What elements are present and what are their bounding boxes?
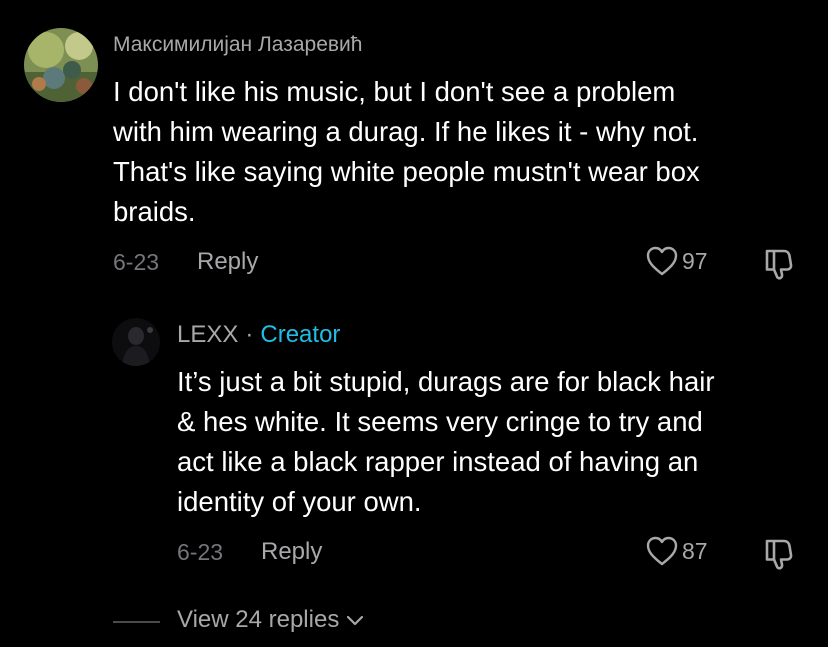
heart-icon <box>646 536 678 566</box>
reply-button[interactable]: Reply <box>261 538 322 566</box>
reply-text-line: & hes white. It seems very cringe to try… <box>177 406 703 437</box>
like-count: 97 <box>682 247 708 274</box>
avatar[interactable] <box>24 28 98 102</box>
comment-username[interactable]: Максимилијан Лазаревић <box>113 33 362 57</box>
thumbs-down-icon <box>765 249 793 280</box>
reply-text: It’s just a bit stupid, durags are for b… <box>177 362 715 522</box>
like-button[interactable]: 87 <box>645 535 708 567</box>
avatar-image <box>112 318 160 366</box>
dislike-button[interactable] <box>762 535 798 571</box>
comment-text-line: with him wearing a durag. If he likes it… <box>113 116 699 147</box>
creator-badge: Creator <box>260 321 341 348</box>
view-replies-label: View 24 replies <box>177 606 340 633</box>
like-button[interactable]: 97 <box>645 245 708 277</box>
avatar-image <box>24 28 98 102</box>
view-replies-button[interactable]: View 24 replies <box>177 606 365 634</box>
comment-text-line: braids. <box>113 196 196 227</box>
like-count: 87 <box>682 537 708 564</box>
reply-username[interactable]: LEXX <box>177 321 238 348</box>
comment-text-line: That's like saying white people mustn't … <box>113 156 700 187</box>
divider-line <box>113 621 160 623</box>
dislike-button[interactable] <box>762 245 798 281</box>
reply-date: 6-23 <box>177 539 224 565</box>
comment-thread: Максимилијан Лазаревић I don't like his … <box>0 0 828 647</box>
separator-dot: · <box>245 321 254 348</box>
thumbs-down-icon <box>765 539 793 570</box>
comment-text: I don't like his music, but I don't see … <box>113 72 700 232</box>
reply-text-line: act like a black rapper instead of havin… <box>177 446 699 477</box>
comment-date: 6-23 <box>113 249 160 275</box>
chevron-down-icon <box>347 615 364 626</box>
heart-icon <box>646 246 678 276</box>
reply-button[interactable]: Reply <box>197 248 258 276</box>
reply-text-line: It’s just a bit stupid, durags are for b… <box>177 366 715 397</box>
comment-text-line: I don't like his music, but I don't see … <box>113 76 676 107</box>
reply-avatar[interactable] <box>112 318 160 366</box>
reply-header: LEXX · Creator <box>177 321 340 349</box>
reply-text-line: identity of your own. <box>177 486 422 517</box>
